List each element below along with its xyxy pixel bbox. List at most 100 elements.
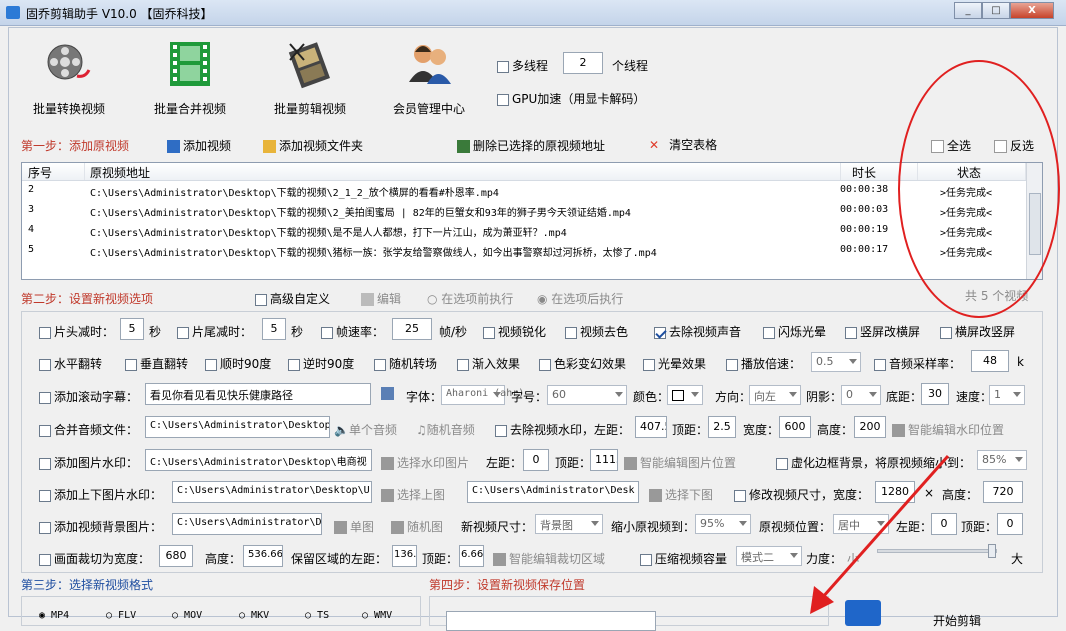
- fadein-checkbox[interactable]: [457, 358, 469, 371]
- blur-select[interactable]: 85%: [977, 450, 1027, 470]
- batch-merge-button[interactable]: 批量合并视频: [140, 38, 240, 117]
- merge-audio-option[interactable]: 合并音频文件：: [39, 421, 138, 438]
- wm-width-input[interactable]: 600: [779, 416, 811, 438]
- minimize-button[interactable]: _: [954, 2, 982, 19]
- dir-select[interactable]: 向左: [749, 385, 801, 405]
- fadein-option[interactable]: 渐入效果: [457, 355, 520, 372]
- fps-input[interactable]: 25: [392, 318, 432, 340]
- format-mov-radio[interactable]: ○ MOV: [172, 610, 202, 621]
- keep-top-input[interactable]: 6.66: [459, 545, 484, 567]
- sharpen-option[interactable]: 视频锐化: [483, 323, 546, 340]
- ccw90-option[interactable]: 逆时90度: [288, 355, 354, 372]
- bg-image-path[interactable]: C:\Users\Administrator\D: [172, 513, 322, 535]
- strength-slider-handle[interactable]: [988, 544, 996, 558]
- image-watermark-path[interactable]: C:\Users\Administrator\Desktop\电商视: [145, 449, 372, 471]
- halo-checkbox[interactable]: [643, 358, 655, 371]
- pick-bottom-button[interactable]: 选择下图: [649, 486, 713, 503]
- edit-button[interactable]: 编辑: [361, 290, 401, 307]
- flash-checkbox[interactable]: [763, 326, 775, 339]
- head-cut-option[interactable]: 片头减时：: [39, 323, 114, 340]
- halo-option[interactable]: 光晕效果: [643, 355, 706, 372]
- pick-watermark-button[interactable]: 选择水印图片: [381, 454, 469, 471]
- random-image-button[interactable]: 随机图: [391, 518, 443, 535]
- bottom-input[interactable]: 30: [921, 383, 949, 405]
- top-image-path[interactable]: C:\Users\Administrator\Desktop\U: [172, 481, 372, 503]
- subtitle-option[interactable]: 添加滚动字幕：: [39, 388, 138, 405]
- tail-cut-checkbox[interactable]: [177, 326, 189, 339]
- exec-before-radio[interactable]: ○ 在选项前执行: [427, 290, 513, 307]
- sharpen-checkbox[interactable]: [483, 326, 495, 339]
- new-size-select[interactable]: 背景图: [535, 514, 603, 534]
- table-row[interactable]: 2 C:\Users\Administrator\Desktop\下载的视频\2…: [22, 181, 1042, 201]
- vflip-option[interactable]: 垂直翻转: [125, 355, 188, 372]
- bg-image-checkbox[interactable]: [39, 521, 51, 534]
- font-select[interactable]: Aharoni (ahr): [441, 385, 524, 405]
- exec-after-radio[interactable]: ◉ 在选项后执行: [537, 290, 623, 307]
- spd-select[interactable]: 1: [989, 385, 1025, 405]
- img-left-input[interactable]: 0: [523, 449, 549, 471]
- format-mp4-radio[interactable]: ◉ MP4: [39, 610, 69, 621]
- cw90-checkbox[interactable]: [205, 358, 217, 371]
- remove-audio-option[interactable]: 去除视频声音: [654, 323, 741, 340]
- h2v-checkbox[interactable]: [940, 326, 952, 339]
- sample-option[interactable]: 音频采样率：: [874, 355, 961, 372]
- wm-left-input[interactable]: 407.5: [635, 416, 667, 438]
- maximize-button[interactable]: □: [982, 2, 1010, 19]
- bottom-image-path[interactable]: C:\Users\Administrator\Desk: [467, 481, 639, 503]
- top2-input[interactable]: 0: [997, 513, 1023, 535]
- tail-cut-option[interactable]: 片尾减时：: [177, 323, 252, 340]
- subtitle-checkbox[interactable]: [39, 391, 51, 404]
- subtitle-edit-icon[interactable]: [381, 386, 394, 400]
- sample-checkbox[interactable]: [874, 358, 886, 371]
- format-flv-radio[interactable]: ○ FLV: [106, 610, 136, 621]
- v2h-checkbox[interactable]: [845, 326, 857, 339]
- fps-option[interactable]: 帧速率：: [321, 323, 384, 340]
- wm-top-input[interactable]: 2.5: [708, 416, 736, 438]
- compress-option[interactable]: 压缩视频容量: [640, 550, 727, 567]
- image-watermark-option[interactable]: 添加图片水印：: [39, 454, 138, 471]
- clear-table-button[interactable]: ✕ 清空表格: [649, 136, 717, 153]
- table-row[interactable]: 4 C:\Users\Administrator\Desktop\下载的视频\是…: [22, 221, 1042, 241]
- shrink-select[interactable]: 95%: [695, 514, 751, 534]
- blur-bg-checkbox[interactable]: [776, 457, 788, 470]
- save-path-input[interactable]: [446, 611, 656, 631]
- tail-cut-input[interactable]: 5: [262, 318, 286, 340]
- decolor-option[interactable]: 视频去色: [565, 323, 628, 340]
- speed-checkbox[interactable]: [726, 358, 738, 371]
- fsize-select[interactable]: 60: [547, 385, 627, 405]
- subtitle-input[interactable]: 看见你看见看见快乐健康路径: [145, 383, 371, 405]
- delete-selected-button[interactable]: 删除已选择的原视频地址: [457, 137, 605, 154]
- single-audio-button[interactable]: 🔈单个音频: [334, 421, 397, 438]
- single-image-button[interactable]: 单图: [334, 518, 374, 535]
- crop-checkbox[interactable]: [39, 553, 51, 566]
- compress-checkbox[interactable]: [640, 553, 652, 566]
- table-row[interactable]: 3 C:\Users\Administrator\Desktop\下载的视频\2…: [22, 201, 1042, 221]
- gpu-checkbox[interactable]: [497, 93, 509, 106]
- mode-select[interactable]: 模式二: [736, 546, 802, 566]
- h2v-option[interactable]: 横屏改竖屏: [940, 323, 1015, 340]
- smart-watermark-button[interactable]: 智能编辑水印位置: [892, 421, 1004, 438]
- random-trans-checkbox[interactable]: [374, 358, 386, 371]
- table-row[interactable]: 5 C:\Users\Administrator\Desktop\下载的视频\猪…: [22, 241, 1042, 261]
- smart-crop-button[interactable]: 智能编辑裁切区域: [493, 550, 605, 567]
- format-mkv-radio[interactable]: ○ MKV: [239, 610, 269, 621]
- crop-width-input[interactable]: 680: [159, 545, 193, 567]
- img-top-input[interactable]: 1113: [590, 449, 618, 471]
- random-audio-button[interactable]: ♫随机音频: [416, 421, 475, 438]
- add-video-button[interactable]: 添加视频: [167, 137, 231, 154]
- ccw90-checkbox[interactable]: [288, 358, 300, 371]
- image-watermark-checkbox[interactable]: [39, 457, 51, 470]
- crop-option[interactable]: 画面裁切为宽度：: [39, 550, 150, 567]
- batch-cut-button[interactable]: 批量剪辑视频: [260, 38, 360, 117]
- color-select[interactable]: [667, 385, 703, 405]
- head-cut-input[interactable]: 5: [120, 318, 144, 340]
- head-cut-checkbox[interactable]: [39, 326, 51, 339]
- v2h-option[interactable]: 竖屏改横屏: [845, 323, 920, 340]
- close-button[interactable]: X: [1010, 2, 1054, 19]
- top-bottom-watermark-option[interactable]: 添加上下图片水印：: [39, 486, 162, 503]
- smart-image-button[interactable]: 智能编辑图片位置: [624, 454, 736, 471]
- thread-count-input[interactable]: 2: [563, 52, 603, 74]
- add-folder-button[interactable]: 添加视频文件夹: [263, 137, 363, 154]
- fps-checkbox[interactable]: [321, 326, 333, 339]
- crop-height-input[interactable]: 536.666: [243, 545, 283, 567]
